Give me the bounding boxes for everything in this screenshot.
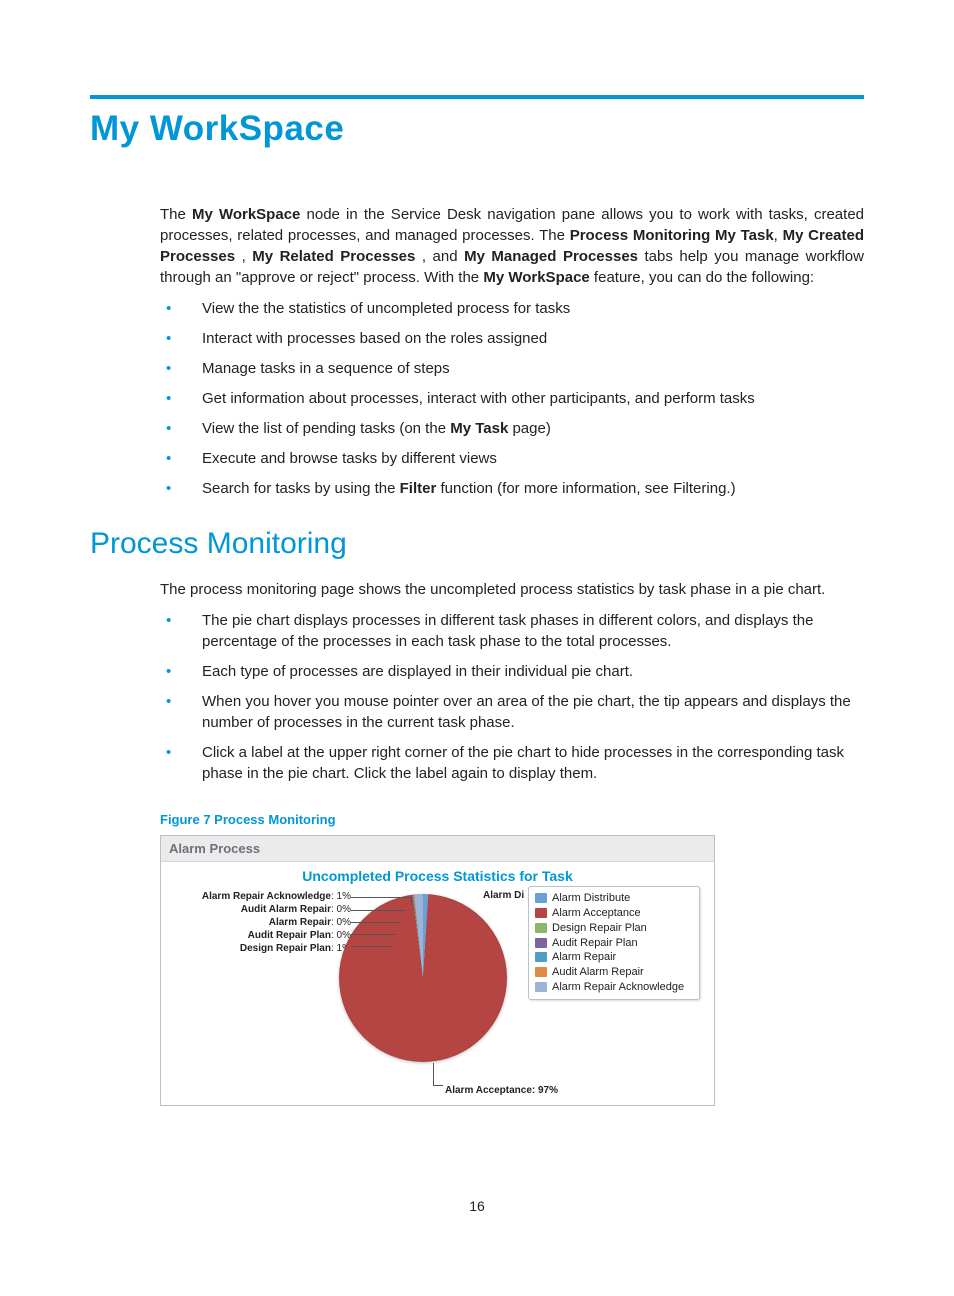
top-divider (90, 95, 864, 99)
legend-item[interactable]: Alarm Repair Acknowledge (535, 980, 693, 995)
legend-label: Audit Alarm Repair (552, 966, 644, 978)
list-text: Interact with processes based on the rol… (202, 330, 547, 347)
callout: Design Repair Plan: 1% (171, 942, 351, 955)
list-text: Click a label at the upper right corner … (202, 744, 844, 782)
callout: Audit Repair Plan: 0% (171, 929, 351, 942)
legend-item[interactable]: Audit Repair Plan (535, 936, 693, 951)
pm-list: The pie chart displays processes in diff… (160, 610, 864, 784)
legend-swatch (535, 982, 547, 992)
section-heading: Process Monitoring (90, 527, 864, 561)
pie-slice-group (339, 894, 507, 1062)
list-text: Each type of processes are displayed in … (202, 663, 633, 680)
callout-label: Alarm Repair Acknowledge (202, 891, 331, 902)
text: The (160, 206, 192, 223)
page-content: My WorkSpace The My WorkSpace node in th… (0, 0, 954, 1106)
legend-item[interactable]: Alarm Distribute (535, 891, 693, 906)
text-bold: Process Monitoring My Task (570, 227, 774, 244)
leader-line (351, 934, 396, 935)
legend-swatch (535, 923, 547, 933)
leader-line (351, 946, 393, 947)
legend-item[interactable]: Alarm Acceptance (535, 906, 693, 921)
callout-label: Audit Alarm Repair (241, 904, 331, 915)
list-text: When you hover you mouse pointer over an… (202, 693, 851, 731)
text-bold: My Managed Processes (464, 248, 638, 265)
callout: Alarm Repair Acknowledge: 1% (171, 890, 351, 903)
leader-line (351, 897, 411, 898)
callout-bottom: Alarm Acceptance: 97% (445, 1085, 558, 1096)
text: , (235, 248, 252, 265)
list-text: The pie chart displays processes in diff… (202, 612, 813, 650)
leader-line (433, 1085, 443, 1086)
callout-label: Alarm Acceptance (445, 1085, 532, 1096)
text: feature, you can do the following: (590, 269, 814, 286)
page-number: 16 (0, 1198, 954, 1214)
page-title: My WorkSpace (90, 109, 864, 149)
feature-list: View the the statistics of uncompleted p… (160, 298, 864, 499)
text: , (774, 227, 783, 244)
leader-line (351, 922, 401, 923)
legend-item[interactable]: Audit Alarm Repair (535, 965, 693, 980)
list-text: page) (508, 420, 551, 437)
legend-label: Design Repair Plan (552, 922, 647, 934)
legend-label: Alarm Repair (552, 951, 616, 963)
intro-paragraph: The My WorkSpace node in the Service Des… (160, 204, 864, 288)
list-item: Each type of processes are displayed in … (160, 661, 864, 682)
chart-title: Uncompleted Process Statistics for Task (161, 868, 714, 884)
callout: Alarm Repair: 0% (171, 916, 351, 929)
text-bold: My WorkSpace (192, 206, 300, 223)
chart-panel: Alarm Process Uncompleted Process Statis… (160, 835, 715, 1106)
list-item: Manage tasks in a sequence of steps (160, 358, 864, 379)
list-text: Search for tasks by using the (202, 480, 400, 497)
list-text: Get information about processes, interac… (202, 390, 755, 407)
figure-caption: Figure 7 Process Monitoring (160, 812, 864, 827)
list-item: The pie chart displays processes in diff… (160, 610, 864, 652)
chart-body: Uncompleted Process Statistics for Task … (161, 862, 714, 1105)
callout-value: : 97% (532, 1085, 558, 1096)
callout-label: Design Repair Plan (240, 943, 331, 954)
list-item: Interact with processes based on the rol… (160, 328, 864, 349)
list-text: function (for more information, see Filt… (436, 480, 735, 497)
list-item: Search for tasks by using the Filter fun… (160, 478, 864, 499)
text: , and (415, 248, 464, 265)
pie-chart[interactable] (339, 894, 507, 1062)
legend-label: Audit Repair Plan (552, 937, 638, 949)
list-text: View the list of pending tasks (on the (202, 420, 450, 437)
chart-legend: Alarm Distribute Alarm Acceptance Design… (528, 886, 700, 1000)
legend-swatch (535, 893, 547, 903)
list-item: View the the statistics of uncompleted p… (160, 298, 864, 319)
section-intro: The process monitoring page shows the un… (160, 579, 864, 600)
legend-swatch (535, 967, 547, 977)
list-item: Click a label at the upper right corner … (160, 742, 864, 784)
legend-label: Alarm Acceptance (552, 907, 641, 919)
legend-item[interactable]: Alarm Repair (535, 950, 693, 965)
legend-swatch (535, 952, 547, 962)
list-item: When you hover you mouse pointer over an… (160, 691, 864, 733)
leader-line (351, 910, 406, 911)
callout-label: Alarm Repair (269, 917, 331, 928)
leader-line (411, 897, 412, 905)
callout-label: Audit Repair Plan (248, 930, 331, 941)
legend-item[interactable]: Design Repair Plan (535, 921, 693, 936)
list-text: View the the statistics of uncompleted p… (202, 300, 570, 317)
legend-label: Alarm Repair Acknowledge (552, 981, 684, 993)
text-bold: Filter (400, 480, 437, 497)
body: The My WorkSpace node in the Service Des… (160, 204, 864, 1106)
list-text: Manage tasks in a sequence of steps (202, 360, 450, 377)
list-text: Execute and browse tasks by different vi… (202, 450, 497, 467)
text-bold: My Related Processes (252, 248, 415, 265)
callout: Audit Alarm Repair: 0% (171, 903, 351, 916)
list-item: Get information about processes, interac… (160, 388, 864, 409)
legend-swatch (535, 908, 547, 918)
pie-callouts-left: Alarm Repair Acknowledge: 1% Audit Alarm… (171, 890, 351, 955)
text-bold: My Task (450, 420, 508, 437)
list-item: Execute and browse tasks by different vi… (160, 448, 864, 469)
legend-swatch (535, 938, 547, 948)
leader-line (433, 1063, 434, 1085)
text-bold: My WorkSpace (483, 269, 589, 286)
legend-label: Alarm Distribute (552, 892, 630, 904)
list-item: View the list of pending tasks (on the M… (160, 418, 864, 439)
chart-panel-title: Alarm Process (161, 836, 714, 862)
